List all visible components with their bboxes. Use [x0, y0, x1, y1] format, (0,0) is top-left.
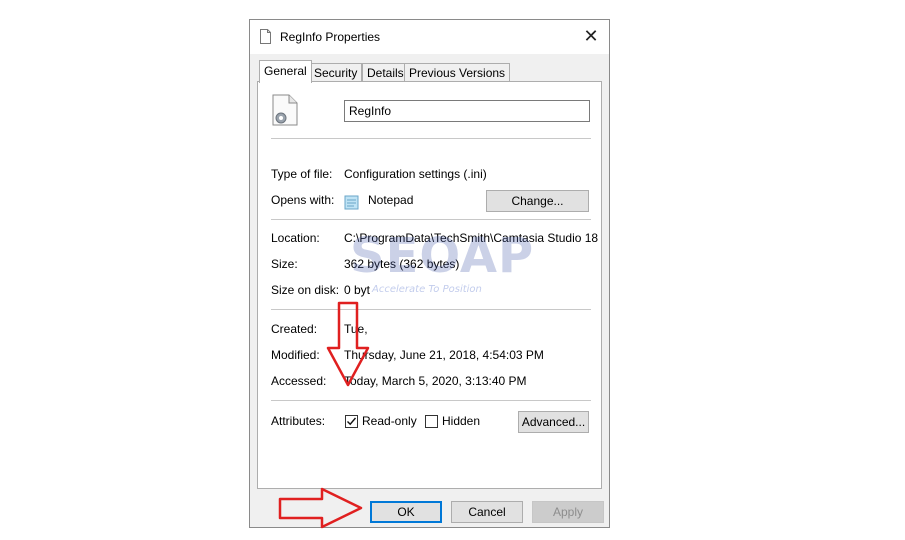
- watermark-logo: SEOAP Accelerate To Position: [350, 228, 610, 298]
- read-only-checkbox[interactable]: [345, 415, 358, 428]
- close-button[interactable]: ✕: [579, 24, 603, 48]
- opens-with-value: Notepad: [368, 193, 414, 207]
- created-value: Tue,: [344, 322, 368, 336]
- modified-value: Thursday, June 21, 2018, 4:54:03 PM: [344, 348, 544, 362]
- tab-previous-versions[interactable]: Previous Versions: [404, 63, 511, 82]
- modified-label: Modified:: [271, 348, 320, 362]
- size-label: Size:: [271, 257, 298, 271]
- ok-button[interactable]: OK: [370, 501, 442, 523]
- checkmark-icon: [347, 417, 357, 426]
- cancel-button[interactable]: Cancel: [451, 501, 523, 523]
- type-of-file-value: Configuration settings (.ini): [344, 167, 487, 181]
- divider: [271, 138, 591, 139]
- tab-details[interactable]: Details: [362, 63, 409, 82]
- type-of-file-label: Type of file:: [271, 167, 333, 181]
- attributes-label: Attributes:: [271, 414, 326, 428]
- watermark-tagline: Accelerate To Position: [372, 284, 482, 295]
- file-icon: [260, 29, 271, 44]
- opens-with-label: Opens with:: [271, 193, 335, 207]
- file-name-input[interactable]: RegInfo: [344, 100, 590, 122]
- change-button[interactable]: Change...: [486, 190, 589, 212]
- apply-button[interactable]: Apply: [532, 501, 604, 523]
- divider: [271, 309, 591, 310]
- tab-general[interactable]: General: [259, 60, 312, 83]
- window-title: RegInfo Properties: [280, 30, 381, 44]
- watermark-brand: SEOAP: [350, 228, 535, 284]
- created-label: Created:: [271, 322, 318, 336]
- accessed-value: Today, March 5, 2020, 3:13:40 PM: [344, 374, 527, 388]
- divider: [271, 219, 591, 220]
- divider: [271, 400, 591, 401]
- advanced-button[interactable]: Advanced...: [518, 411, 589, 433]
- title-bar: RegInfo Properties ✕: [250, 20, 609, 54]
- size-on-disk-label: Size on disk:: [271, 283, 340, 297]
- config-file-icon: [272, 94, 298, 126]
- read-only-label[interactable]: Read-only: [362, 414, 417, 428]
- close-icon: ✕: [583, 25, 599, 46]
- tab-security[interactable]: Security: [309, 63, 363, 82]
- location-label: Location:: [271, 231, 320, 245]
- notepad-icon: [344, 195, 359, 210]
- hidden-checkbox[interactable]: [425, 415, 438, 428]
- accessed-label: Accessed:: [271, 374, 327, 388]
- hidden-label[interactable]: Hidden: [442, 414, 480, 428]
